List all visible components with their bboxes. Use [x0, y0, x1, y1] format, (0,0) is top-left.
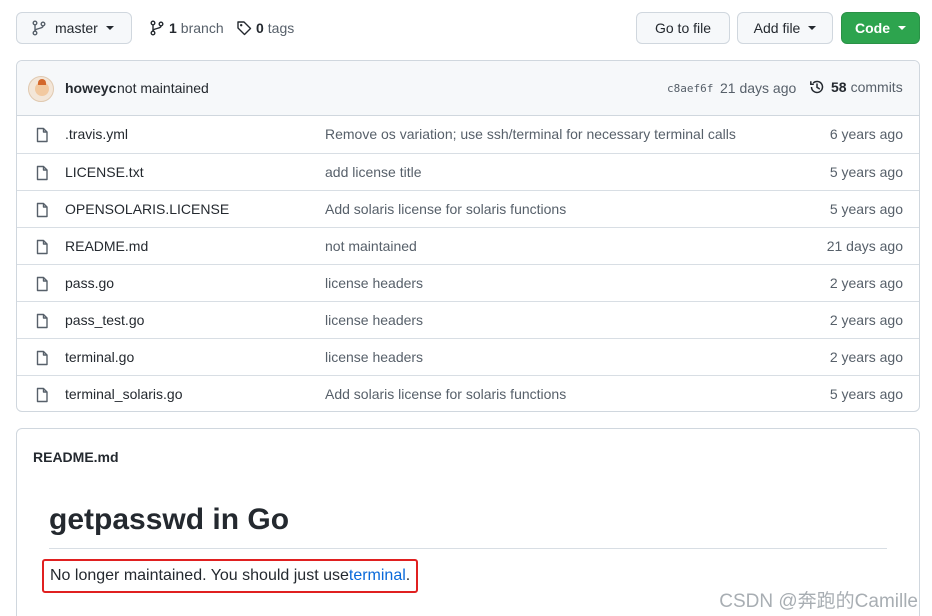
history-icon	[810, 80, 824, 94]
readme-paragraph-text: No longer maintained. You should just us…	[50, 567, 349, 584]
repo-toolbar: master 1 branch 0 tags Go to file Add fi…	[0, 0, 932, 56]
file-icon	[34, 202, 50, 221]
file-commit-age: 2 years ago	[829, 312, 903, 328]
file-name-link[interactable]: terminal.go	[65, 349, 134, 365]
commits-label: commits	[850, 79, 903, 95]
file-icon	[34, 313, 50, 332]
avatar[interactable]	[28, 76, 54, 102]
add-file-button[interactable]: Add file	[737, 12, 833, 44]
table-row: README.md not maintained 21 days ago	[17, 227, 919, 264]
file-list-box: howeyc not maintained c8aef6f 21 days ag…	[16, 60, 920, 412]
branches-link[interactable]: 1 branch	[149, 18, 224, 38]
file-name-link[interactable]: .travis.yml	[65, 126, 128, 142]
file-commit-age: 5 years ago	[829, 201, 903, 217]
file-commit-message-link[interactable]: license headers	[325, 312, 423, 328]
commit-sha-link[interactable]: c8aef6f	[667, 82, 713, 95]
table-row: OPENSOLARIS.LICENSE Add solaris license f…	[17, 190, 919, 227]
file-name-link[interactable]: OPENSOLARIS.LICENSE	[65, 201, 229, 217]
file-icon	[34, 387, 50, 406]
branch-select-button[interactable]: master	[16, 12, 132, 44]
readme-heading: getpasswd in Go	[49, 503, 290, 536]
readme-paragraph-end: .	[405, 567, 411, 584]
file-commit-message-link[interactable]: not maintained	[325, 238, 417, 254]
file-icon	[34, 276, 50, 295]
go-to-file-button[interactable]: Go to file	[636, 12, 730, 44]
commit-age: 21 days ago	[720, 80, 797, 96]
table-row: terminal.go license headers 2 years ago	[17, 338, 919, 375]
file-commit-message-link[interactable]: Add solaris license for solaris function…	[325, 201, 566, 217]
branch-icon	[150, 20, 164, 36]
go-to-file-label: Go to file	[654, 20, 712, 36]
file-icon	[34, 165, 50, 184]
watermark: CSDN @奔跑的Camille	[719, 591, 918, 612]
file-commit-message-link[interactable]: Remove os variation; use ssh/terminal fo…	[325, 126, 736, 142]
file-name-link[interactable]: pass_test.go	[65, 312, 144, 328]
readme-filename[interactable]: README.md	[33, 449, 119, 465]
table-row: .travis.yml Remove os variation; use ssh/…	[17, 116, 919, 153]
file-commit-age: 2 years ago	[829, 349, 903, 365]
branches-count: 1	[169, 20, 177, 36]
file-name-link[interactable]: LICENSE.txt	[65, 164, 144, 180]
file-icon	[34, 239, 50, 258]
file-name-link[interactable]: terminal_solaris.go	[65, 386, 183, 402]
file-commit-age: 5 years ago	[829, 386, 903, 402]
file-commit-age: 21 days ago	[826, 238, 903, 254]
file-commit-message-link[interactable]: license headers	[325, 275, 423, 291]
table-row: pass.go license headers 2 years ago	[17, 264, 919, 301]
chevron-down-icon	[105, 26, 114, 30]
branch-icon	[32, 20, 46, 36]
commit-author-link[interactable]: howeyc	[65, 80, 116, 96]
readme-paragraph-highlight: No longer maintained. You should just us…	[42, 559, 419, 593]
add-file-label: Add file	[753, 20, 801, 36]
chevron-down-icon	[898, 26, 906, 30]
tag-icon	[237, 21, 252, 36]
table-row: terminal_solaris.go Add solaris license f…	[17, 375, 919, 411]
file-commit-message-link[interactable]: license headers	[325, 349, 423, 365]
chevron-down-icon	[808, 26, 817, 30]
table-row: pass_test.go license headers 2 years ago	[17, 301, 919, 338]
file-commit-age: 5 years ago	[829, 164, 903, 180]
tags-link[interactable]: 0 tags	[236, 18, 294, 38]
branches-label: branch	[180, 20, 224, 36]
latest-commit-bar: howeyc not maintained c8aef6f 21 days ag…	[17, 61, 919, 116]
file-commit-age: 2 years ago	[829, 275, 903, 291]
table-row: LICENSE.txt add license title 5 years ago	[17, 153, 919, 190]
code-label: Code	[855, 20, 890, 36]
avatar-hair	[38, 79, 46, 85]
file-commit-message-link[interactable]: add license title	[325, 164, 422, 180]
file-icon	[34, 350, 50, 369]
file-name-link[interactable]: pass.go	[65, 275, 114, 291]
file-commit-age: 6 years ago	[829, 126, 903, 142]
terminal-link[interactable]: terminal	[349, 567, 406, 585]
branch-name: master	[55, 20, 98, 36]
file-commit-message-link[interactable]: Add solaris license for solaris function…	[325, 386, 566, 402]
file-name-link[interactable]: README.md	[65, 238, 148, 254]
commits-count: 58	[831, 79, 847, 95]
file-icon	[34, 127, 50, 146]
heading-divider	[49, 548, 887, 549]
commits-link[interactable]: 58 commits	[809, 79, 903, 95]
code-button[interactable]: Code	[841, 12, 920, 44]
tags-count: 0	[256, 20, 264, 36]
tags-label: tags	[267, 20, 295, 36]
commit-message-link[interactable]: not maintained	[117, 80, 209, 96]
